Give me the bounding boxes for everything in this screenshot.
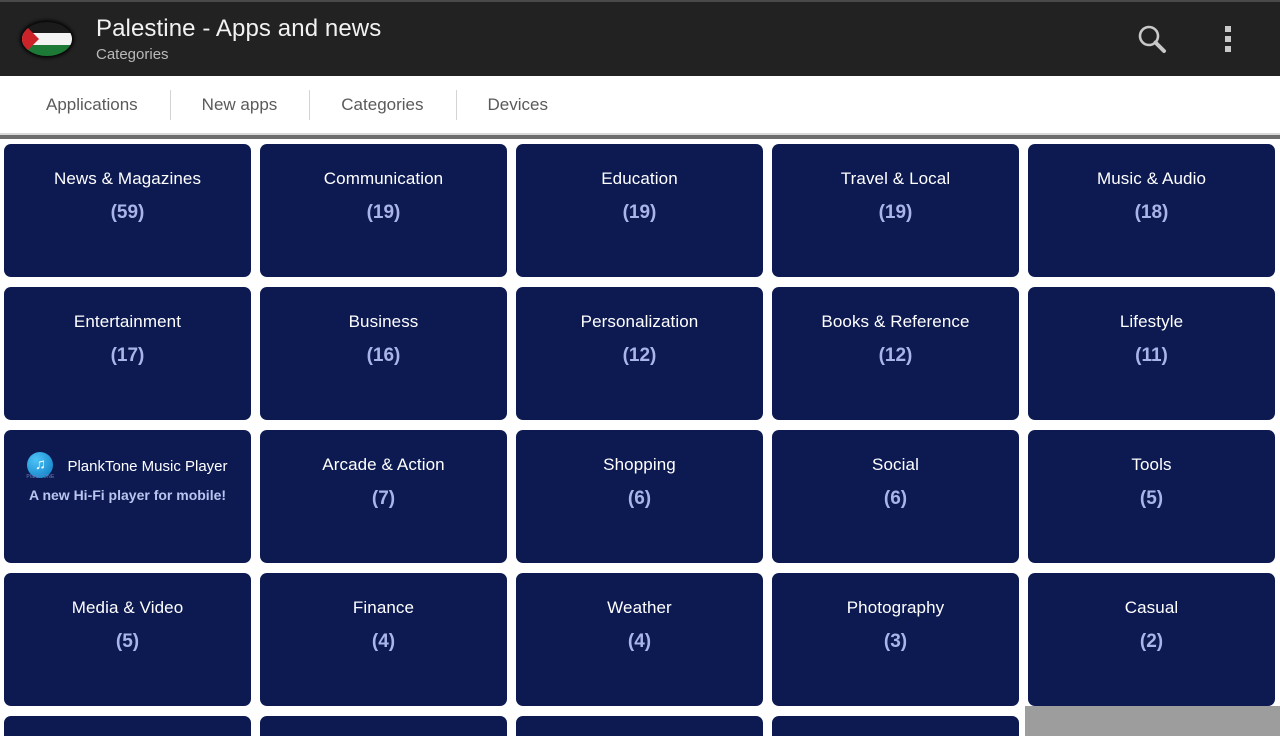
search-button[interactable]: [1128, 15, 1176, 63]
category-name: Photography: [846, 598, 945, 617]
tab-new-apps[interactable]: New apps: [169, 88, 310, 122]
category-name: Lifestyle: [1119, 312, 1184, 331]
category-count: (5): [1139, 488, 1164, 509]
category-card[interactable]: Business (16): [260, 287, 507, 420]
category-card[interactable]: Lifestyle (11): [1028, 287, 1275, 420]
category-count: (7): [371, 488, 396, 509]
category-card[interactable]: Photography (3): [772, 573, 1019, 706]
category-name: Casual: [1124, 598, 1179, 617]
category-card[interactable]: Social (6): [772, 430, 1019, 563]
category-count: (19): [366, 202, 401, 223]
header-titles: Palestine - Apps and news Categories: [96, 14, 381, 65]
category-count: (2): [1139, 631, 1164, 652]
overflow-menu-button[interactable]: [1204, 15, 1252, 63]
category-card[interactable]: Weather (4): [516, 573, 763, 706]
category-count: (59): [110, 202, 145, 223]
ad-brand-label: PlankTONE: [26, 474, 55, 480]
category-card[interactable]: [772, 716, 1019, 736]
category-card[interactable]: [260, 716, 507, 736]
category-name: Social: [872, 455, 919, 474]
category-card[interactable]: Media & Video (5): [4, 573, 251, 706]
category-count: (3): [883, 631, 908, 652]
tab-devices[interactable]: Devices: [455, 88, 580, 122]
category-card[interactable]: Entertainment (17): [4, 287, 251, 420]
category-name: News & Magazines: [53, 169, 202, 188]
category-card[interactable]: Books & Reference (12): [772, 287, 1019, 420]
category-count: (6): [627, 488, 652, 509]
category-count: (4): [371, 631, 396, 652]
category-card[interactable]: Personalization (12): [516, 287, 763, 420]
tab-bar: Applications New apps Categories Devices: [0, 76, 1280, 133]
category-count: (11): [1135, 345, 1168, 366]
category-card[interactable]: Finance (4): [260, 573, 507, 706]
category-name: Entertainment: [73, 312, 182, 331]
category-name: Tools: [1131, 455, 1172, 474]
category-name: Travel & Local: [840, 169, 951, 188]
music-note-icon: ♫ PlankTONE: [26, 452, 57, 482]
category-count: (12): [622, 345, 657, 366]
header-actions: [1128, 15, 1266, 63]
category-count: (17): [110, 345, 145, 366]
category-card[interactable]: Tools (5): [1028, 430, 1275, 563]
app-screen: Palestine - Apps and news Categories App…: [0, 0, 1280, 736]
category-card[interactable]: Education (19): [516, 144, 763, 277]
category-card[interactable]: Travel & Local (19): [772, 144, 1019, 277]
more-vertical-icon: [1225, 26, 1231, 52]
category-count: (4): [627, 631, 652, 652]
category-name: Business: [348, 312, 419, 331]
ad-header: ♫ PlankTONE PlankTone Music Player: [4, 452, 251, 482]
horizontal-scrollbar-thumb[interactable]: [1025, 706, 1280, 736]
category-card[interactable]: Arcade & Action (7): [260, 430, 507, 563]
category-card[interactable]: Music & Audio (18): [1028, 144, 1275, 277]
categories-grid: News & Magazines (59) Communication (19) Edu…: [4, 144, 1276, 736]
category-name: Personalization: [580, 312, 699, 331]
category-count: (18): [1134, 202, 1169, 223]
ad-card[interactable]: ♫ PlankTONE PlankTone Music Player A new Hi…: [4, 430, 251, 563]
category-card[interactable]: Casual (2): [1028, 573, 1275, 706]
page-subtitle: Categories: [96, 45, 169, 63]
category-card[interactable]: [516, 716, 763, 736]
tab-categories[interactable]: Categories: [309, 88, 455, 122]
category-name: Weather: [607, 598, 672, 617]
search-icon: [1138, 25, 1166, 53]
category-count: (12): [878, 345, 913, 366]
category-count: (19): [878, 202, 913, 223]
category-card[interactable]: Communication (19): [260, 144, 507, 277]
category-count: (6): [883, 488, 908, 509]
page-title: Palestine - Apps and news: [96, 14, 382, 42]
category-name: Media & Video: [71, 598, 184, 617]
category-name: Arcade & Action: [322, 455, 445, 474]
category-card[interactable]: [4, 716, 251, 736]
category-name: Books & Reference: [821, 312, 970, 331]
category-count: (16): [366, 345, 401, 366]
category-card[interactable]: Shopping (6): [516, 430, 763, 563]
category-name: Communication: [323, 169, 444, 188]
category-name: Finance: [352, 598, 415, 617]
tab-applications[interactable]: Applications: [14, 88, 170, 122]
categories-scroll-area[interactable]: News & Magazines (59) Communication (19) Edu…: [0, 139, 1280, 736]
palestine-flag-icon: [18, 19, 76, 59]
category-count: (19): [622, 202, 657, 223]
ad-tagline: A new Hi-Fi player for mobile!: [28, 487, 227, 503]
category-count: (5): [115, 631, 140, 652]
category-card[interactable]: News & Magazines (59): [4, 144, 251, 277]
category-name: Music & Audio: [1096, 169, 1207, 188]
category-name: Education: [601, 169, 678, 188]
app-header: Palestine - Apps and news Categories: [0, 0, 1280, 76]
category-name: Shopping: [603, 455, 676, 474]
ad-title: PlankTone Music Player: [67, 458, 228, 475]
